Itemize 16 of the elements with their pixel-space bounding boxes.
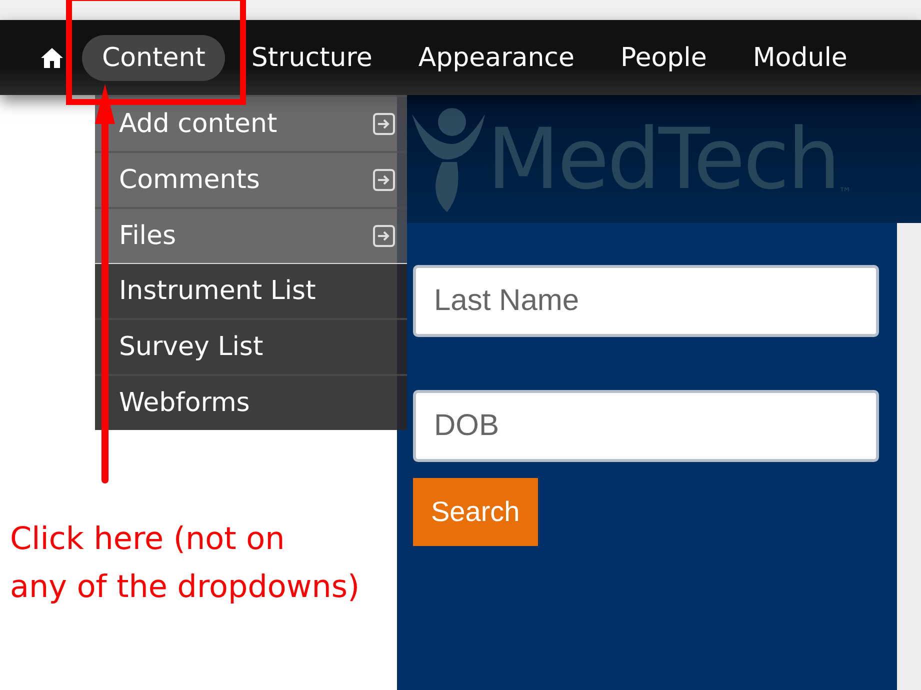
dropdown-item[interactable]: Instrument List [95,263,407,318]
dropdown-item[interactable]: Add content [95,95,407,151]
toolbar-tab[interactable]: Content [82,34,226,80]
home-icon[interactable] [40,46,64,68]
dropdown-item[interactable]: Comments [95,151,407,207]
dropdown-item[interactable]: Files [95,207,407,263]
dropdown-item[interactable]: Survey List [95,318,407,374]
toolbar-tab[interactable]: Structure [231,34,392,80]
toolbar-tab[interactable]: Module [732,34,868,80]
annotation-text: Click here (not on any of the dropdowns) [10,520,360,607]
input-field[interactable]: Last Name [413,265,879,337]
trademark-sign: ™ [838,186,852,201]
toolbar-tab[interactable]: Appearance [398,34,594,80]
input-field[interactable]: DOB [413,390,879,462]
toolbar-tab[interactable]: People [600,34,727,80]
dropdown-item[interactable]: Webforms [95,374,407,430]
